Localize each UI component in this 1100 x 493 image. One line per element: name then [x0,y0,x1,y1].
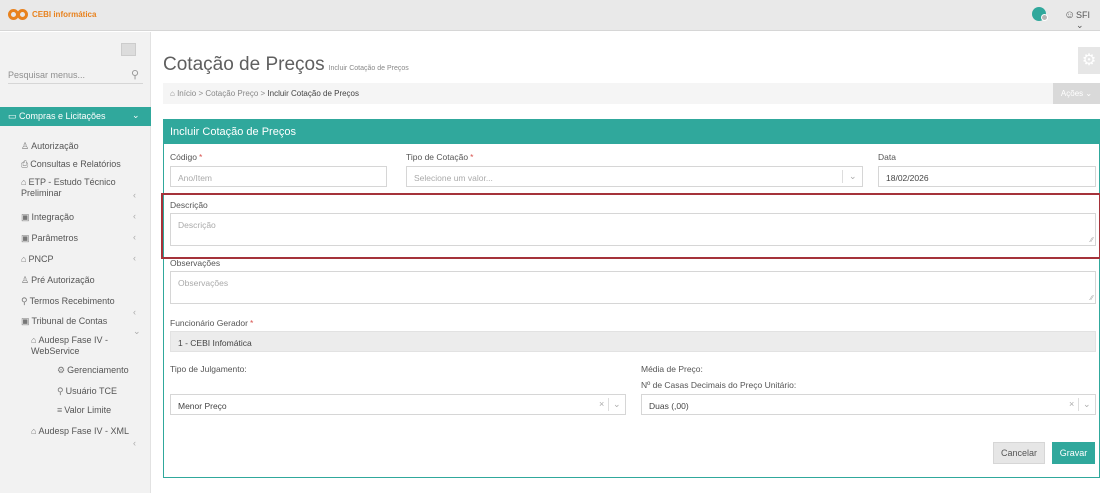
list-icon: ≡ [57,405,63,415]
observacoes-label: Observações [170,258,221,268]
casas-decimais-label: Nº de Casas Decimais do Preço Unitário: [641,380,797,390]
page-subtitle: Incluir Cotação de Preços [328,65,409,72]
page-title: Cotação de Preços Incluir Cotação de Pre… [163,54,409,76]
save-button[interactable]: Gravar [1052,442,1095,464]
cebi-logo-icon [8,9,29,20]
search-icon[interactable]: ⚲ [131,68,139,81]
home-icon: ⌂ [31,426,37,436]
logo-text: CEBI informática [32,10,97,19]
descricao-textarea[interactable]: Descrição ∕∕ [170,213,1096,246]
chevron-down-icon: ⌄ [133,326,141,336]
sidebar-item-audesp-xml[interactable]: ⌂ Audesp Fase IV - XML [31,426,129,437]
user-menu[interactable]: SFI ⌄ [1076,10,1100,31]
notification-badge [1041,14,1048,21]
codigo-input[interactable]: Ano/Item [170,166,387,187]
panel-header: Incluir Cotação de Preços [164,120,1099,144]
chevron-left-icon: ‹ [133,211,136,221]
chevron-down-icon: ⌄ [1083,399,1091,409]
chevron-down-icon: ⌄ [132,110,140,120]
page-title-main: Cotação de Preços [163,54,325,75]
codigo-label: Código * [170,152,203,162]
sidebar-item-consultas[interactable]: ⎙ Consultas e Relatórios [21,159,121,170]
data-label: Data [878,152,896,162]
breadcrumb-cotacao[interactable]: Cotação Preço [205,89,258,98]
funcionario-input: 1 - CEBI Infomática [170,331,1096,352]
sidebar-item-usuario-tce[interactable]: ⚲ Usuário TCE [57,386,117,397]
breadcrumb-current: Incluir Cotação de Preços [267,89,360,98]
tipo-cotacao-label: Tipo de Cotação * [406,152,474,162]
settings-gear-icon[interactable]: ⚙ [1078,47,1100,74]
funcionario-label: Funcionário Gerador * [170,318,254,328]
sidebar-item-compras-licitacoes[interactable]: ▭ Compras e Licitações ⌄ [0,107,151,126]
search-icon: ⚲ [57,386,64,396]
casas-decimais-select[interactable]: Duas (,00) × ⌄ [641,394,1096,415]
breadcrumb-separator: > [198,89,204,98]
sidebar-item-termos[interactable]: ⚲ Termos Recebimento [21,296,115,307]
sidebar-item-tribunal-contas[interactable]: ▣ Tribunal de Contas [21,316,107,327]
chevron-left-icon: ‹ [133,232,136,242]
breadcrumb-separator: > [260,89,266,98]
user-icon[interactable]: ☺ [1064,9,1075,21]
clear-icon[interactable]: × [1069,399,1074,409]
home-icon: ⌂ [170,89,175,98]
gear-icon: ⚙ [57,365,66,375]
print-icon: ⎙ [21,159,29,169]
descricao-label: Descrição [170,200,208,210]
chevron-left-icon: ‹ [133,253,136,263]
chevron-left-icon: ‹ [133,307,136,317]
home-icon: ⌂ [21,177,27,187]
search-input[interactable]: Pesquisar menus... [8,70,85,80]
menu-search[interactable]: Pesquisar menus... ⚲ [8,64,143,84]
logo[interactable]: CEBI informática [8,9,96,20]
search-icon: ⚲ [21,296,28,306]
breadcrumb-home[interactable]: Início [177,89,196,98]
panel-title: Incluir Cotação de Preços [170,126,296,138]
monitor-icon: ▭ [8,111,17,121]
cancel-button[interactable]: Cancelar [993,442,1045,464]
home-icon: ⌂ [21,254,27,264]
sidebar-item-audesp-webservice[interactable]: ⌂ Audesp Fase IV - WebService [31,335,108,357]
sidebar-item-pncp[interactable]: ⌂ PNCP [21,254,53,265]
observacoes-textarea[interactable]: Observações ∕∕ [170,271,1096,304]
chevron-left-icon: ‹ [133,190,136,200]
tipo-julgamento-select[interactable]: Menor Preço × ⌄ [170,394,626,415]
actions-button[interactable]: Ações ⌄ [1053,83,1100,104]
sidebar-item-parametros[interactable]: ▣ Parâmetros [21,233,78,244]
chevron-down-icon: ⌄ [849,171,857,181]
sidebar-item-integracao[interactable]: ▣ Integração [21,212,74,223]
breadcrumb: ⌂ Início > Cotação Preço > Incluir Cotaç… [163,83,1100,104]
sidebar-item-label: Compras e Licitações [19,111,106,121]
media-preco-label: Média de Preço: [641,364,703,374]
calendar-icon: ▣ [21,316,30,326]
top-bar: CEBI informática ☺ SFI ⌄ [0,0,1100,31]
sidebar-item-etp[interactable]: ⌂ ETP - Estudo Técnico Preliminar [21,177,116,199]
sidebar-toggle-icon[interactable] [121,43,136,56]
sidebar-item-pre-autorizacao[interactable]: ♙ Pré Autorização [21,275,95,286]
chevron-down-icon: ⌄ [613,399,621,409]
clear-icon[interactable]: × [599,399,604,409]
calendar-icon: ▣ [21,212,30,222]
resize-handle-icon[interactable]: ∕∕ [1091,237,1093,244]
resize-handle-icon[interactable]: ∕∕ [1091,295,1093,302]
tipo-cotacao-select[interactable]: Selecione um valor... ⌄ [406,166,863,187]
user-icon: ♙ [21,141,30,151]
user-icon: ♙ [21,275,30,285]
sidebar-item-valor-limite[interactable]: ≡ Valor Limite [57,405,111,416]
sidebar-item-autorizacao[interactable]: ♙ Autorização [21,141,79,152]
chevron-left-icon: ‹ [133,438,136,448]
home-icon: ⌂ [31,335,37,345]
calendar-icon: ▣ [21,233,30,243]
tipo-julgamento-label: Tipo de Julgamento: [170,364,247,374]
sidebar-item-gerenciamento[interactable]: ⚙ Gerenciamento [57,365,129,376]
data-input[interactable]: 18/02/2026 [878,166,1096,187]
